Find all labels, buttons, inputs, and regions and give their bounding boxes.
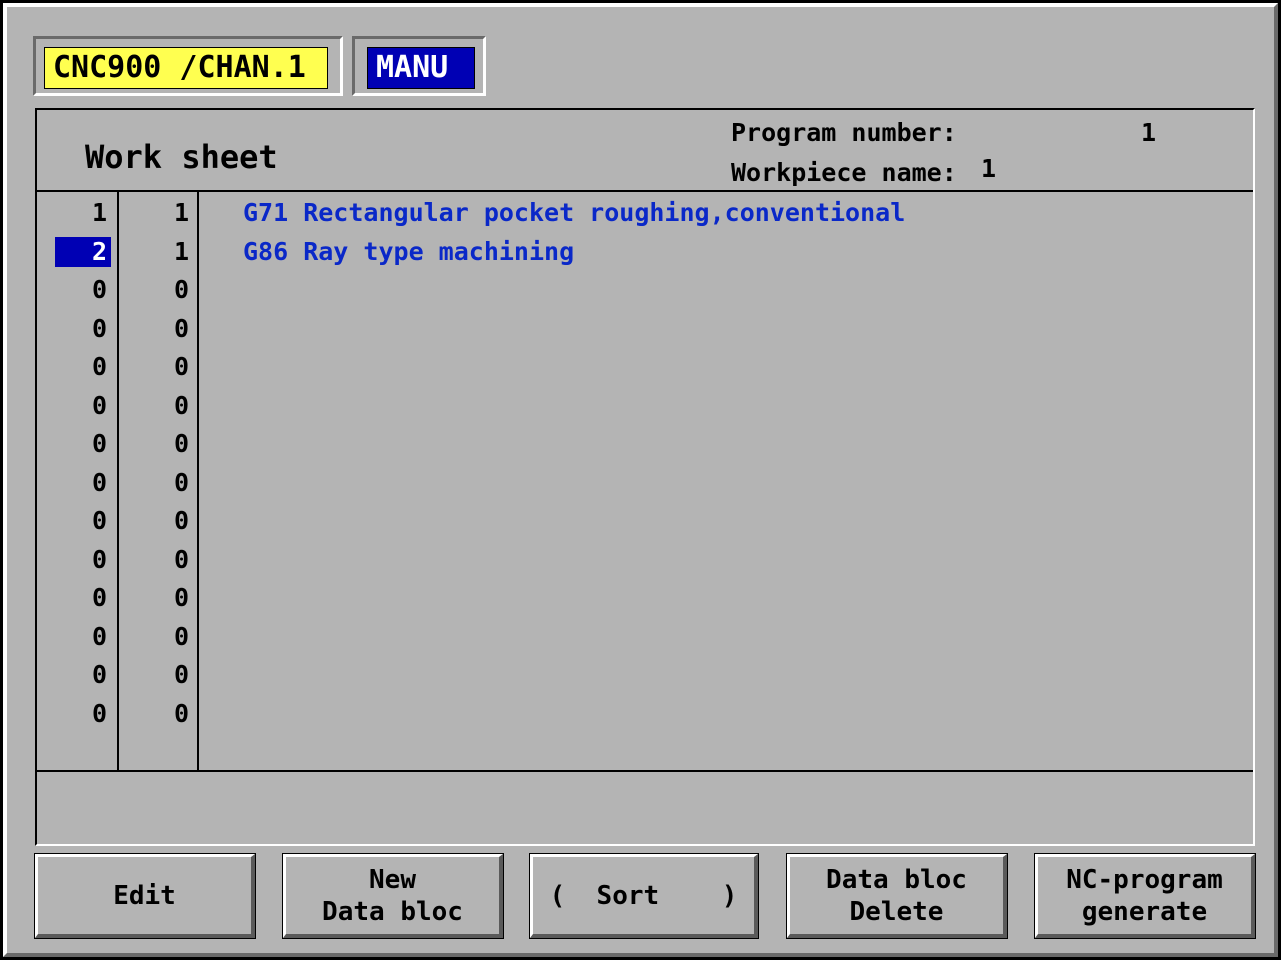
row-count: 0 — [173, 390, 189, 420]
row-number: 1 — [91, 198, 107, 227]
list-row[interactable]: 00 — [37, 387, 1253, 425]
mode-indicator: MANU — [352, 36, 486, 96]
new-data-bloc-label-line1: New — [369, 864, 416, 895]
row-count: 0 — [173, 352, 189, 381]
row-number: 0 — [91, 621, 107, 651]
edit-button-label: Edit — [113, 880, 176, 911]
delete-data-bloc-label-line1: Data bloc — [826, 864, 967, 895]
list-row[interactable]: 00 — [37, 656, 1253, 694]
row-count: 0 — [173, 275, 189, 304]
row-count: 0 — [173, 467, 189, 497]
message-line — [37, 772, 1253, 844]
mode-label: MANU — [367, 47, 475, 89]
delete-data-bloc-label-line2: Delete — [849, 896, 944, 927]
list-row[interactable]: 00 — [37, 618, 1253, 656]
row-number: 0 — [91, 583, 107, 612]
row-number: 0 — [91, 390, 107, 420]
new-data-bloc-button[interactable]: New Data bloc — [282, 853, 504, 939]
program-number-value: 1 — [1141, 118, 1157, 147]
list-row[interactable]: 2 1 G86 Ray type machining — [37, 233, 1253, 271]
row-count: 0 — [173, 583, 189, 612]
workpiece-name-value: 1 — [981, 154, 997, 183]
row-count: 0 — [173, 621, 189, 651]
nc-program-generate-button[interactable]: NC-program generate — [1034, 853, 1256, 939]
list-row[interactable]: 00 — [37, 271, 1253, 309]
row-number: 2 — [55, 236, 111, 267]
list-row[interactable]: 00 — [37, 579, 1253, 617]
workpiece-name-label: Workpiece name: — [731, 158, 957, 187]
row-number: 0 — [91, 544, 107, 574]
page-title: Work sheet — [85, 138, 278, 176]
program-number-label: Program number: — [731, 118, 957, 147]
row-count: 1 — [173, 198, 189, 227]
nc-program-generate-label-line2: generate — [1081, 896, 1208, 927]
list-row[interactable]: 1 1 G71 Rectangular pocket roughing,conven… — [37, 194, 1253, 232]
delete-data-bloc-button[interactable]: Data bloc Delete — [786, 853, 1008, 939]
nc-program-generate-label-line1: NC-program — [1066, 864, 1223, 895]
channel-indicator: CNC900 /CHAN.1 — [33, 36, 343, 96]
worksheet-panel: Work sheet Program number: 1 Workpiece n… — [35, 108, 1255, 846]
list-row[interactable]: 00 — [37, 425, 1253, 463]
data-bloc-list: 1 1 G71 Rectangular pocket roughing,conven… — [37, 192, 1253, 772]
row-number: 0 — [91, 467, 107, 497]
new-data-bloc-label-line2: Data bloc — [322, 896, 463, 927]
list-row[interactable]: 00 — [37, 695, 1253, 733]
worksheet-header: Work sheet Program number: 1 Workpiece n… — [37, 110, 1253, 192]
channel-label: CNC900 /CHAN.1 — [44, 47, 328, 89]
list-row[interactable]: 00 — [37, 348, 1253, 386]
edit-button[interactable]: Edit — [34, 853, 256, 939]
list-row[interactable]: 00 — [37, 502, 1253, 540]
row-count: 0 — [173, 698, 189, 728]
row-count: 0 — [173, 506, 189, 535]
row-number: 0 — [91, 275, 107, 304]
row-number: 0 — [91, 313, 107, 343]
sort-button[interactable]: ( Sort ) — [529, 853, 759, 939]
list-row[interactable]: 00 — [37, 310, 1253, 348]
row-number: 0 — [91, 429, 107, 458]
row-number: 0 — [91, 660, 107, 689]
row-count: 1 — [173, 236, 189, 266]
row-count: 0 — [173, 429, 189, 458]
row-count: 0 — [173, 544, 189, 574]
row-count: 0 — [173, 313, 189, 343]
row-number: 0 — [91, 698, 107, 728]
row-description: G71 Rectangular pocket roughing,conventi… — [243, 198, 906, 227]
row-number: 0 — [91, 352, 107, 381]
list-row[interactable]: 00 — [37, 464, 1253, 502]
list-row[interactable]: 00 — [37, 541, 1253, 579]
sort-button-label: ( Sort ) — [549, 880, 738, 911]
row-number: 0 — [91, 506, 107, 535]
row-count: 0 — [173, 660, 189, 689]
row-description: G86 Ray type machining — [243, 236, 575, 266]
